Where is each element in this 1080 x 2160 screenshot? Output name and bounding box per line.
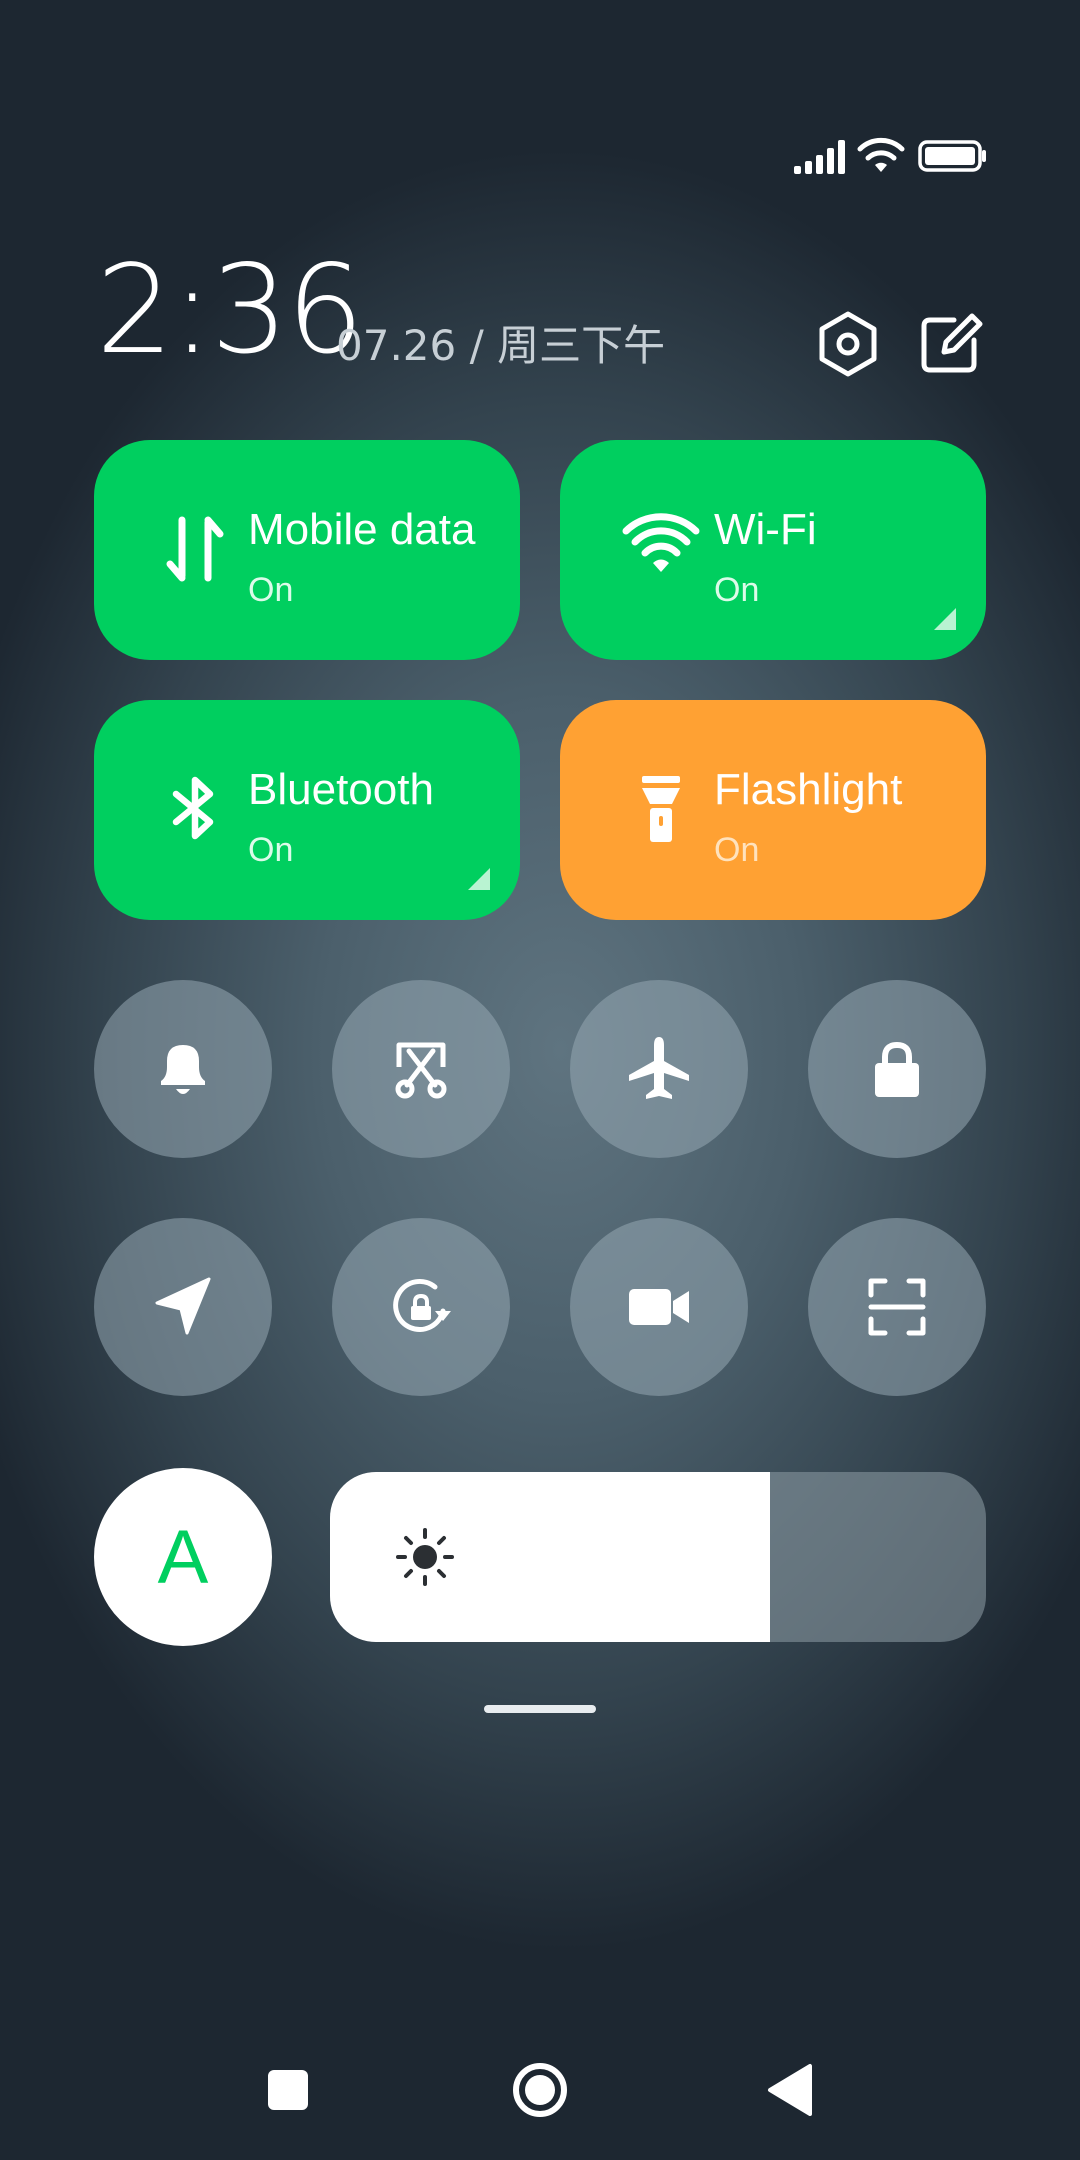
home-icon[interactable]: [500, 2050, 580, 2130]
tile-wifi[interactable]: Wi-Fi On: [560, 440, 986, 660]
tile-title: Bluetooth: [248, 765, 434, 814]
toggle-lock-screen[interactable]: [808, 980, 986, 1158]
scan-icon: [868, 1278, 926, 1336]
tile-bluetooth[interactable]: Bluetooth On: [94, 700, 520, 920]
location-icon: [155, 1277, 211, 1335]
expand-corner-icon[interactable]: [466, 866, 490, 890]
tile-title: Flashlight: [714, 765, 903, 814]
status-bar: [780, 136, 990, 176]
date-label: 07.26 / 周三下午: [336, 321, 666, 370]
tile-status: On: [714, 571, 760, 609]
bell-icon: [161, 1045, 205, 1094]
auto-brightness-button[interactable]: A: [94, 1468, 272, 1646]
screenshot-icon: [395, 1042, 447, 1099]
wifi-icon: [622, 513, 700, 572]
tile-flashlight[interactable]: Flashlight On: [560, 700, 986, 920]
mobile-data-icon: [166, 516, 224, 582]
tile-status: On: [248, 831, 294, 869]
airplane-icon: [629, 1037, 689, 1099]
toggle-scanner[interactable]: [808, 1218, 986, 1396]
clock: 2:36: [96, 239, 364, 381]
toggle-airplane[interactable]: [570, 980, 748, 1158]
tile-status: On: [248, 571, 294, 609]
wifi-status-icon: [857, 137, 905, 172]
brightness-slider[interactable]: [330, 1472, 986, 1642]
tile-title: Mobile data: [248, 505, 476, 554]
tile-title: Wi-Fi: [714, 505, 817, 554]
expand-corner-icon[interactable]: [932, 606, 956, 630]
video-camera-icon: [629, 1289, 689, 1325]
bluetooth-icon: [172, 776, 214, 840]
signal-icon: [794, 140, 845, 174]
tile-mobile-data[interactable]: Mobile data On: [94, 440, 520, 660]
lock-icon: [875, 1041, 919, 1097]
flashlight-icon: [642, 776, 680, 842]
settings-icon[interactable]: [812, 308, 884, 380]
rotation-lock-icon: [393, 1278, 451, 1332]
panel-drag-handle[interactable]: [484, 1705, 596, 1713]
brightness-icon: [396, 1528, 454, 1586]
recents-icon[interactable]: [248, 2050, 328, 2130]
toggle-rotation-lock[interactable]: [332, 1218, 510, 1396]
toggle-screen-recorder[interactable]: [570, 1218, 748, 1396]
battery-icon: [918, 140, 986, 172]
edit-icon[interactable]: [914, 308, 986, 380]
toggle-mute[interactable]: [94, 980, 272, 1158]
toggle-screenshot[interactable]: [332, 980, 510, 1158]
toggle-location[interactable]: [94, 1218, 272, 1396]
tile-status: On: [714, 831, 760, 869]
back-icon[interactable]: [752, 2050, 832, 2130]
